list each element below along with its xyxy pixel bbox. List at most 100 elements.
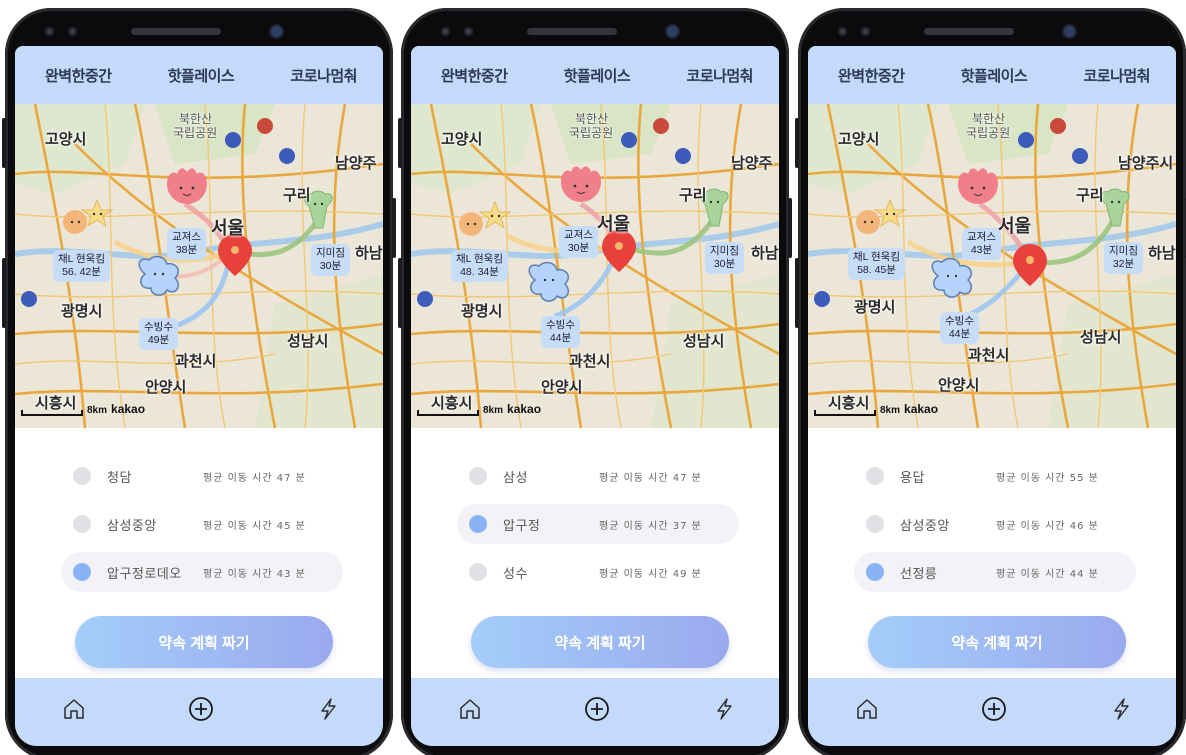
station-option[interactable]: 용답 평균 이동 시간 55 분 [854,456,1136,496]
tab-perfect-middle[interactable]: 완벽한중간 [45,65,112,86]
map-label-city: 하남시 [355,245,383,262]
tab-perfect-middle[interactable]: 완벽한중간 [838,65,905,86]
nav-home-button[interactable] [455,694,485,724]
tab-stop-corona[interactable]: 코로나멈춰 [290,65,357,86]
radio-button-selected[interactable] [866,563,884,581]
phone-top-bezel [441,20,749,42]
map-label-city: 성남시 [287,333,329,350]
volume-button [398,118,402,168]
nav-add-button[interactable] [186,694,216,724]
radio-button[interactable] [469,563,487,581]
speaker-grill [924,27,1014,35]
nav-lightning-button[interactable] [1106,694,1136,724]
travel-time: 38분 [175,244,198,256]
friend-name: 교져스 [172,231,201,243]
map-scale: 8km kakao [21,402,145,416]
radio-button[interactable] [866,467,884,485]
station-option-selected[interactable]: 압구정 평균 이동 시간 37 분 [457,504,739,544]
travel-time: 30분 [567,242,590,254]
nav-add-button[interactable] [582,694,612,724]
map-view[interactable]: 고양시 북한산 국립공원 남양주시 구리 서울 하남시 광명시 성남시 과천시 … [808,104,1176,428]
station-options: 용답 평균 이동 시간 55 분 삼성중앙 평균 이동 시간 46 분 선정릉 … [854,456,1136,600]
map-label-city: 서울 [597,214,631,234]
travel-time-bubble: 수빙수 49분 [139,318,178,350]
map-label-city: 하남시 [751,245,779,262]
station-option[interactable]: 삼성중앙 평균 이동 시간 46 분 [854,504,1136,544]
map-label-city: 구리 [1076,187,1104,204]
station-name: 삼성중앙 [107,517,157,533]
map-label-city: 광명시 [854,299,896,316]
travel-time-bubble: 교져스 38분 [167,228,206,260]
map-label-city: 성남시 [1080,329,1122,346]
radio-button[interactable] [73,467,91,485]
bottom-nav [808,678,1176,746]
station-option[interactable]: 청담 평균 이동 시간 47 분 [61,456,343,496]
make-plan-button[interactable]: 약속 계획 짜기 [868,616,1126,668]
friend-name: 수빙수 [144,321,173,333]
station-name: 압구정 [503,517,541,533]
map-label-city: 하남시 [1148,245,1176,262]
station-option-selected[interactable]: 압구정로데오 평균 이동 시간 43 분 [61,552,343,592]
station-options: 삼성 평균 이동 시간 47 분 압구정 평균 이동 시간 37 분 성수 평균… [457,456,739,600]
radio-button[interactable] [866,515,884,533]
map-view[interactable]: 고양시 북한산 국립공원 남양주 구리 서울 하남시 광명시 성남시 과천시 안… [15,104,383,428]
nav-home-button[interactable] [59,694,89,724]
tab-hot-place[interactable]: 핫플레이스 [168,65,235,86]
travel-time-bubble: 교져스 43분 [962,228,1001,260]
map-label-city: 구리 [283,187,311,204]
travel-time-bubble: 채L 현욱킴 56. 42분 [53,250,111,282]
scale-bar [21,410,83,416]
plus-circle-icon [189,697,213,721]
travel-time: 32분 [1112,258,1135,270]
station-option-selected[interactable]: 선정릉 평균 이동 시간 44 분 [854,552,1136,592]
radio-button[interactable] [469,467,487,485]
average-travel-time: 평균 이동 시간 46 분 [996,520,1099,532]
tab-stop-corona[interactable]: 코로나멈춰 [1083,65,1150,86]
map-label-city: 안양시 [541,379,583,396]
station-option[interactable]: 성수 평균 이동 시간 49 분 [457,552,739,592]
map-label-city: 구리 [679,187,707,204]
tab-perfect-middle[interactable]: 완벽한중간 [441,65,508,86]
map-label-city: 과천시 [175,353,217,370]
tab-stop-corona[interactable]: 코로나멈춰 [686,65,753,86]
map-view[interactable]: 고양시 북한산 국립공원 남양주 구리 서울 하남시 광명시 성남시 과천시 안… [411,104,779,428]
station-name: 압구정로데오 [107,565,182,581]
friend-name: 채L 현욱킴 [456,253,504,265]
nav-lightning-button[interactable] [709,694,739,724]
home-icon [460,699,480,719]
nav-home-button[interactable] [852,694,882,724]
speaker-grill [527,27,617,35]
average-travel-time: 평균 이동 시간 45 분 [203,520,306,532]
make-plan-button[interactable]: 약속 계획 짜기 [471,616,729,668]
radio-button-selected[interactable] [73,563,91,581]
nav-add-button[interactable] [979,694,1009,724]
volume-button [398,258,402,328]
tab-hot-place[interactable]: 핫플레이스 [564,65,631,86]
travel-time: 30분 [713,258,736,270]
app-screen: 완벽한중간 핫플레이스 코로나멈춰 [411,46,779,746]
radio-button[interactable] [73,515,91,533]
phone-frame-3: 완벽한중간 핫플레이스 코로나멈춰 고양시 북한산 국립공원 남양주시 구리 서… [795,8,1186,755]
bottom-nav [15,678,383,746]
make-plan-button[interactable]: 약속 계획 짜기 [75,616,333,668]
travel-time: 44분 [549,332,572,344]
station-option[interactable]: 삼성 평균 이동 시간 47 분 [457,456,739,496]
nav-lightning-button[interactable] [313,694,343,724]
kakao-logo: kakao [904,402,939,416]
map-label-city: 광명시 [461,303,503,320]
station-option[interactable]: 삼성중앙 평균 이동 시간 45 분 [61,504,343,544]
tab-hot-place[interactable]: 핫플레이스 [961,65,1028,86]
top-tab-bar: 완벽한중간 핫플레이스 코로나멈춰 [15,46,383,104]
speaker-grill [131,27,221,35]
average-travel-time: 평균 이동 시간 44 분 [996,568,1099,580]
map-label-city: 광명시 [61,303,103,320]
front-camera [667,25,678,37]
sensor-dot [441,26,450,36]
volume-button [2,118,6,168]
map-label-city: 남양주 [335,155,377,172]
map-label-city: 서울 [998,216,1032,236]
lightning-icon [1114,698,1129,720]
home-icon [64,699,84,719]
travel-time-bubble: 교져스 30분 [559,226,598,258]
radio-button-selected[interactable] [469,515,487,533]
